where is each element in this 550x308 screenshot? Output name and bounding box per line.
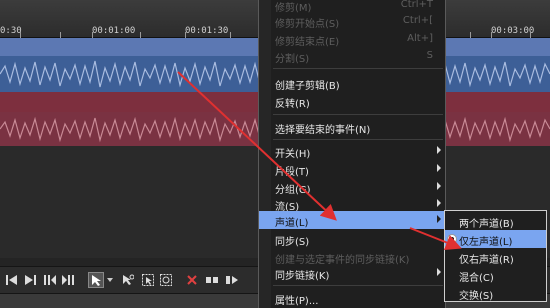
menu-separator [273, 139, 443, 140]
menu-item-sync-link[interactable]: 同步链接(K) [259, 264, 447, 282]
submenu-item-right-only[interactable]: 仅右声道(R) [445, 248, 546, 266]
prev-frame-icon[interactable] [42, 272, 58, 288]
submenu-arrow-icon [437, 199, 441, 207]
menu-separator [273, 114, 443, 115]
menu-item-label: 修剪结束点(E) [275, 37, 340, 48]
chevron-down-icon[interactable] [106, 272, 114, 288]
menu-item-label: 选择要结束的事件(N) [275, 125, 371, 136]
timecode-label: 0:30 [0, 26, 22, 36]
menu-item-label: 分组(G) [275, 185, 311, 196]
submenu-item-left-only[interactable]: 仅左声道(L) [445, 230, 546, 248]
channels-submenu: 两个声道(B) 仅左声道(L) 仅右声道(R) 混合(C) 交换(S) [444, 210, 547, 302]
menu-item-label: 声道(L) [275, 218, 309, 229]
submenu-item-swap[interactable]: 交换(S) [445, 284, 546, 302]
normal-edit-tool-icon[interactable] [88, 272, 104, 288]
next-marker-icon[interactable] [22, 272, 38, 288]
radio-checked-icon [447, 234, 457, 244]
menu-item-shortcut: S [426, 50, 433, 61]
menu-item-label: 属性(P)... [275, 296, 319, 307]
menu-item-properties[interactable]: 属性(P)... [259, 289, 447, 307]
delete-x-icon[interactable] [184, 272, 200, 288]
submenu-arrow-icon [437, 182, 441, 190]
menu-item-label: 开关(H) [275, 149, 311, 160]
menu-separator [273, 68, 443, 69]
menu-item-trim-start: 修剪开始点(S) Ctrl+[ [259, 12, 447, 30]
menu-item-switches[interactable]: 开关(H) [259, 142, 447, 160]
submenu-item-label: 两个声道(B) [459, 219, 514, 230]
timecode-label: 00:01:00 [92, 26, 136, 36]
timecode-label: 00:01:30 [185, 26, 229, 36]
submenu-arrow-icon [437, 268, 441, 276]
menu-item-shortcut: Ctrl+[ [402, 15, 433, 26]
submenu-item-label: 交换(S) [459, 291, 494, 302]
submenu-item-mix[interactable]: 混合(C) [445, 266, 546, 284]
menu-item-shortcut: Alt+] [407, 33, 433, 44]
menu-item-take[interactable]: 片段(T) [259, 160, 447, 178]
submenu-item-both-channels[interactable]: 两个声道(B) [445, 212, 546, 230]
menu-item-label: 同步链接(K) [275, 271, 330, 282]
submenu-arrow-icon [437, 164, 441, 172]
menu-item-label: 修剪开始点(S) [275, 19, 340, 30]
menu-item-label: 分割(S) [275, 54, 310, 65]
timecode-label: 00:03:00 [491, 26, 535, 36]
menu-item-group[interactable]: 分组(G) [259, 178, 447, 196]
menu-item-channels[interactable]: 声道(L) [259, 211, 447, 229]
menu-item-reverse[interactable]: 反转(R) [259, 92, 447, 110]
submenu-item-label: 混合(C) [459, 273, 494, 284]
menu-item-create-subclip[interactable]: 创建子剪辑(B) [259, 74, 447, 92]
menu-item-label: 片段(T) [275, 167, 309, 178]
submenu-item-label: 仅左声道(L) [459, 237, 513, 248]
auto-ripple-icon[interactable] [224, 272, 240, 288]
selection-tool-icon[interactable] [140, 272, 156, 288]
submenu-item-label: 仅右声道(R) [459, 255, 514, 266]
menu-item-select-events-to-end[interactable]: 选择要结束的事件(N) [259, 118, 447, 136]
next-frame-icon[interactable] [60, 272, 76, 288]
envelope-tool-icon[interactable] [120, 272, 136, 288]
submenu-arrow-icon [437, 146, 441, 154]
menu-item-label: 创建子剪辑(B) [275, 81, 340, 92]
menu-item-shortcut: Ctrl+T [400, 0, 433, 10]
event-context-menu: 修剪(M) Ctrl+T 修剪开始点(S) Ctrl+[ 修剪结束点(E) Al… [258, 0, 447, 308]
menu-separator [273, 285, 443, 286]
zoom-tool-icon[interactable] [158, 272, 174, 288]
menu-item-split: 分割(S) S [259, 47, 447, 65]
menu-item-label: 同步(S) [275, 237, 310, 248]
submenu-arrow-icon [437, 215, 441, 223]
trim-icon[interactable] [204, 272, 220, 288]
menu-item-label: 反转(R) [275, 99, 310, 110]
menu-item-trim-end: 修剪结束点(E) Alt+] [259, 30, 447, 48]
menu-item-sync[interactable]: 同步(S) [259, 230, 447, 248]
prev-marker-icon[interactable] [4, 272, 20, 288]
